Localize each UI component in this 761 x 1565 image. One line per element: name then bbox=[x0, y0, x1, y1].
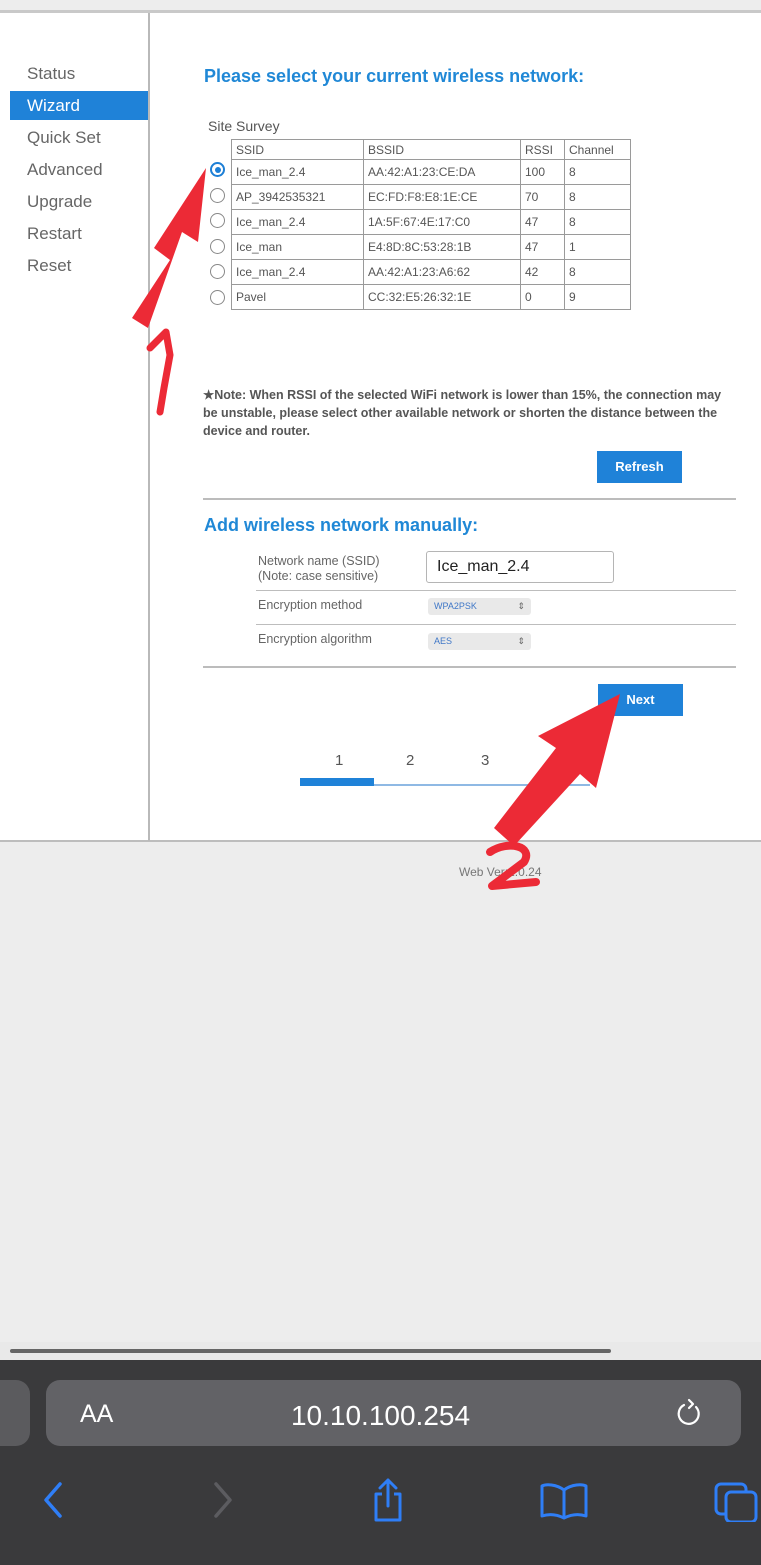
encryption-algorithm-select[interactable]: AES ⇕ bbox=[428, 633, 531, 650]
section-divider bbox=[203, 498, 736, 500]
text-size-label: AA bbox=[80, 1400, 114, 1428]
step-progress-fill bbox=[300, 778, 374, 786]
ssid-label-line-2: (Note: case sensitive) bbox=[258, 569, 379, 583]
previous-tab-edge[interactable] bbox=[0, 1380, 30, 1446]
site-survey-table: SSID BSSID RSSI Channel Ice_man_2.4 AA:4… bbox=[231, 139, 631, 310]
cell-channel: 1 bbox=[564, 234, 631, 260]
bookmarks-icon[interactable] bbox=[538, 1478, 590, 1522]
cell-ssid: Ice_man_2.4 bbox=[231, 259, 364, 285]
cell-bssid: EC:FD:F8:E8:1E:CE bbox=[363, 184, 521, 210]
column-header-ssid: SSID bbox=[231, 139, 364, 160]
column-header-rssi: RSSI bbox=[520, 139, 565, 160]
tabs-icon[interactable] bbox=[712, 1478, 761, 1522]
reload-icon[interactable] bbox=[674, 1398, 704, 1428]
content-bottom-divider bbox=[0, 840, 761, 842]
column-header-bssid: BSSID bbox=[363, 139, 521, 160]
cell-bssid: AA:42:A1:23:A6:62 bbox=[363, 259, 521, 285]
table-row[interactable]: Ice_man_2.4 AA:42:A1:23:A6:62 42 8 bbox=[231, 259, 631, 285]
forward-icon[interactable] bbox=[208, 1478, 238, 1522]
sidebar-divider bbox=[148, 13, 150, 841]
cell-rssi: 42 bbox=[520, 259, 565, 285]
cell-bssid: AA:42:A1:23:CE:DA bbox=[363, 159, 521, 185]
address-bar[interactable] bbox=[46, 1380, 741, 1446]
survey-heading: Please select your current wireless netw… bbox=[204, 66, 585, 86]
section-divider bbox=[203, 666, 736, 668]
table-row[interactable]: AP_3942535321 EC:FD:F8:E8:1E:CE 70 8 bbox=[231, 184, 631, 210]
rssi-note: ★Note: When RSSI of the selected WiFi ne… bbox=[203, 388, 722, 438]
cell-rssi: 0 bbox=[520, 284, 565, 310]
encryption-algorithm-value: AES bbox=[434, 636, 453, 646]
cell-rssi: 70 bbox=[520, 184, 565, 210]
sidebar-item-wizard[interactable]: Wizard bbox=[10, 91, 148, 120]
cell-channel: 9 bbox=[564, 284, 631, 310]
form-row-divider bbox=[256, 624, 736, 625]
cell-ssid: Pavel bbox=[231, 284, 364, 310]
annotation-arrow-1-icon bbox=[132, 168, 206, 416]
cell-rssi: 47 bbox=[520, 234, 565, 260]
site-survey-label: Site Survey bbox=[208, 118, 280, 134]
cell-ssid: Ice_man_2.4 bbox=[231, 159, 364, 185]
sidebar-item-status[interactable]: Status bbox=[10, 58, 148, 90]
cell-ssid: Ice_man bbox=[231, 234, 364, 260]
table-header-row: SSID BSSID RSSI Channel bbox=[231, 139, 631, 160]
column-header-channel: Channel bbox=[564, 139, 631, 160]
select-arrow-icon: ⇕ bbox=[517, 601, 525, 611]
cell-channel: 8 bbox=[564, 259, 631, 285]
cell-rssi: 47 bbox=[520, 209, 565, 235]
cell-channel: 8 bbox=[564, 184, 631, 210]
ssid-label-line-1: Network name (SSID) bbox=[258, 554, 380, 568]
encryption-method-select[interactable]: WPA2PSK ⇕ bbox=[428, 598, 531, 615]
form-row-divider bbox=[256, 590, 736, 591]
ssid-input[interactable] bbox=[426, 551, 614, 583]
cell-rssi: 100 bbox=[520, 159, 565, 185]
annotation-arrow-2-icon bbox=[486, 694, 620, 890]
table-row[interactable]: Ice_man E4:8D:8C:53:28:1B 47 1 bbox=[231, 234, 631, 260]
encryption-method-label: Encryption method bbox=[258, 598, 363, 612]
cell-ssid: AP_3942535321 bbox=[231, 184, 364, 210]
text-size-button[interactable]: AA bbox=[80, 1400, 113, 1429]
step-1: 1 bbox=[335, 752, 344, 769]
cell-bssid: 1A:5F:67:4E:17:C0 bbox=[363, 209, 521, 235]
back-icon[interactable] bbox=[38, 1478, 68, 1522]
step-2: 2 bbox=[406, 752, 415, 769]
cell-bssid: E4:8D:8C:53:28:1B bbox=[363, 234, 521, 260]
manual-heading: Add wireless network manually: bbox=[204, 515, 479, 535]
scroll-indicator[interactable] bbox=[10, 1349, 611, 1353]
refresh-button[interactable]: Refresh bbox=[597, 451, 682, 483]
cell-ssid: Ice_man_2.4 bbox=[231, 209, 364, 235]
ssid-label: Network name (SSID) (Note: case sensitiv… bbox=[258, 554, 380, 584]
encryption-method-value: WPA2PSK bbox=[434, 601, 477, 611]
select-arrow-icon: ⇕ bbox=[517, 636, 525, 646]
cell-channel: 8 bbox=[564, 159, 631, 185]
table-row[interactable]: Ice_man_2.4 AA:42:A1:23:CE:DA 100 8 bbox=[231, 159, 631, 185]
cell-bssid: CC:32:E5:26:32:1E bbox=[363, 284, 521, 310]
encryption-algorithm-label: Encryption algorithm bbox=[258, 632, 372, 646]
cell-channel: 8 bbox=[564, 209, 631, 235]
table-row[interactable]: Pavel CC:32:E5:26:32:1E 0 9 bbox=[231, 284, 631, 310]
share-icon[interactable] bbox=[368, 1478, 408, 1522]
table-row[interactable]: Ice_man_2.4 1A:5F:67:4E:17:C0 47 8 bbox=[231, 209, 631, 235]
